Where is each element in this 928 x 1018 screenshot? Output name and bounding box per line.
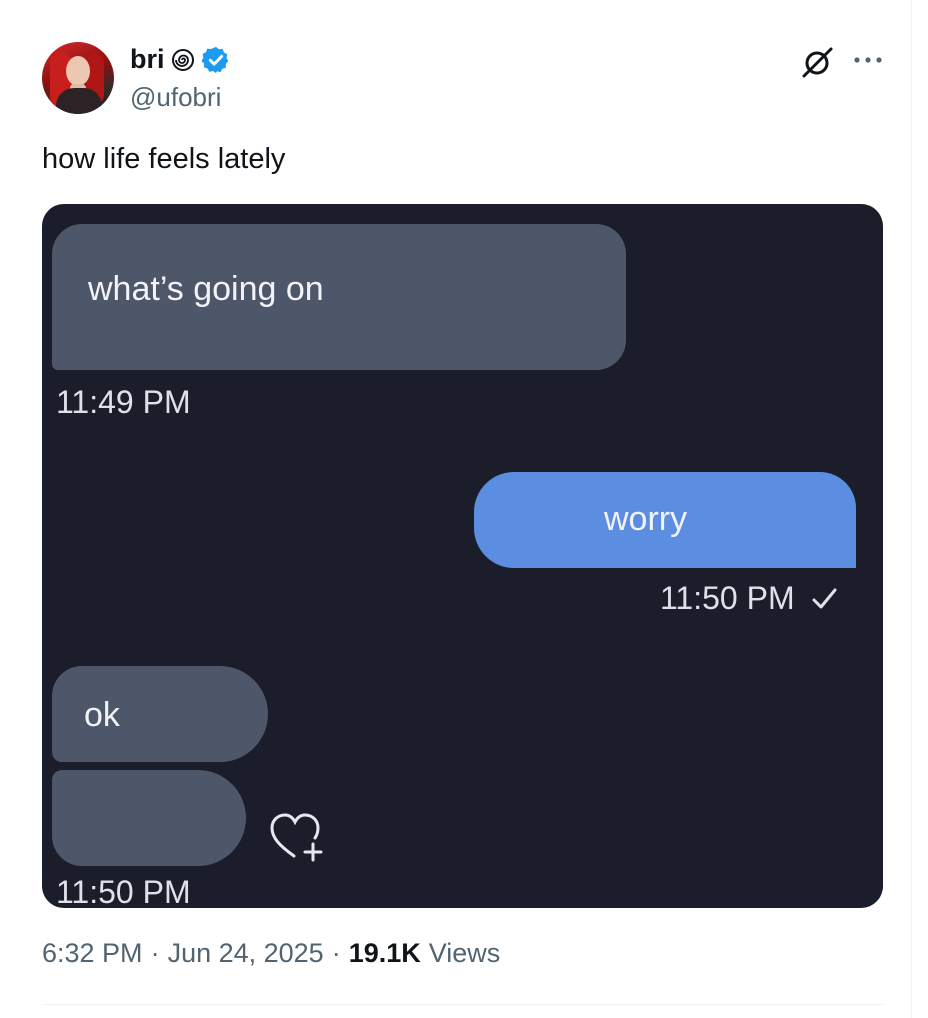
tweet-date[interactable]: Jun 24, 2025 (168, 938, 324, 969)
tweet-time[interactable]: 6:32 PM (42, 938, 143, 969)
grok-icon[interactable] (800, 44, 836, 80)
author-handle[interactable]: @ufobri (130, 82, 221, 113)
outgoing-message-bubble: worry (474, 472, 856, 568)
message-text: worry (604, 500, 688, 538)
incoming-message-bubble: what’s going on (52, 224, 626, 370)
tweet-media-image[interactable]: what’s going on 11:49 PM worry 11:50 PM … (42, 204, 883, 908)
spiral-icon (171, 48, 195, 72)
checkmark-icon (809, 584, 839, 614)
verified-checkmark-icon[interactable] (201, 45, 231, 75)
meta-separator: · (150, 938, 160, 968)
author-name[interactable]: bri (130, 44, 165, 75)
message-timestamp: 11:50 PM (660, 580, 795, 616)
views-count: 19.1K (348, 938, 421, 968)
incoming-message-bubble-empty (52, 770, 246, 866)
tweet-text: how life feels lately (42, 143, 286, 175)
meta-separator: · (331, 938, 341, 968)
avatar[interactable] (42, 42, 114, 114)
message-timestamp: 11:50 PM (56, 874, 191, 908)
message-text: what’s going on (88, 270, 324, 308)
more-options-icon[interactable] (850, 48, 886, 72)
message-timestamp-row: 11:50 PM (660, 580, 839, 617)
author-name-row: bri (130, 44, 231, 75)
tweet-meta: 6:32 PM · Jun 24, 2025 · 19.1K Views (42, 938, 500, 969)
message-timestamp: 11:49 PM (56, 384, 191, 420)
heart-plus-icon (268, 810, 330, 864)
divider (42, 1004, 884, 1005)
views-label: Views (428, 938, 501, 968)
tweet: bri @ufobri how life feels lately what’s… (0, 0, 912, 1018)
message-text: ok (84, 696, 120, 734)
incoming-message-bubble: ok (52, 666, 268, 762)
